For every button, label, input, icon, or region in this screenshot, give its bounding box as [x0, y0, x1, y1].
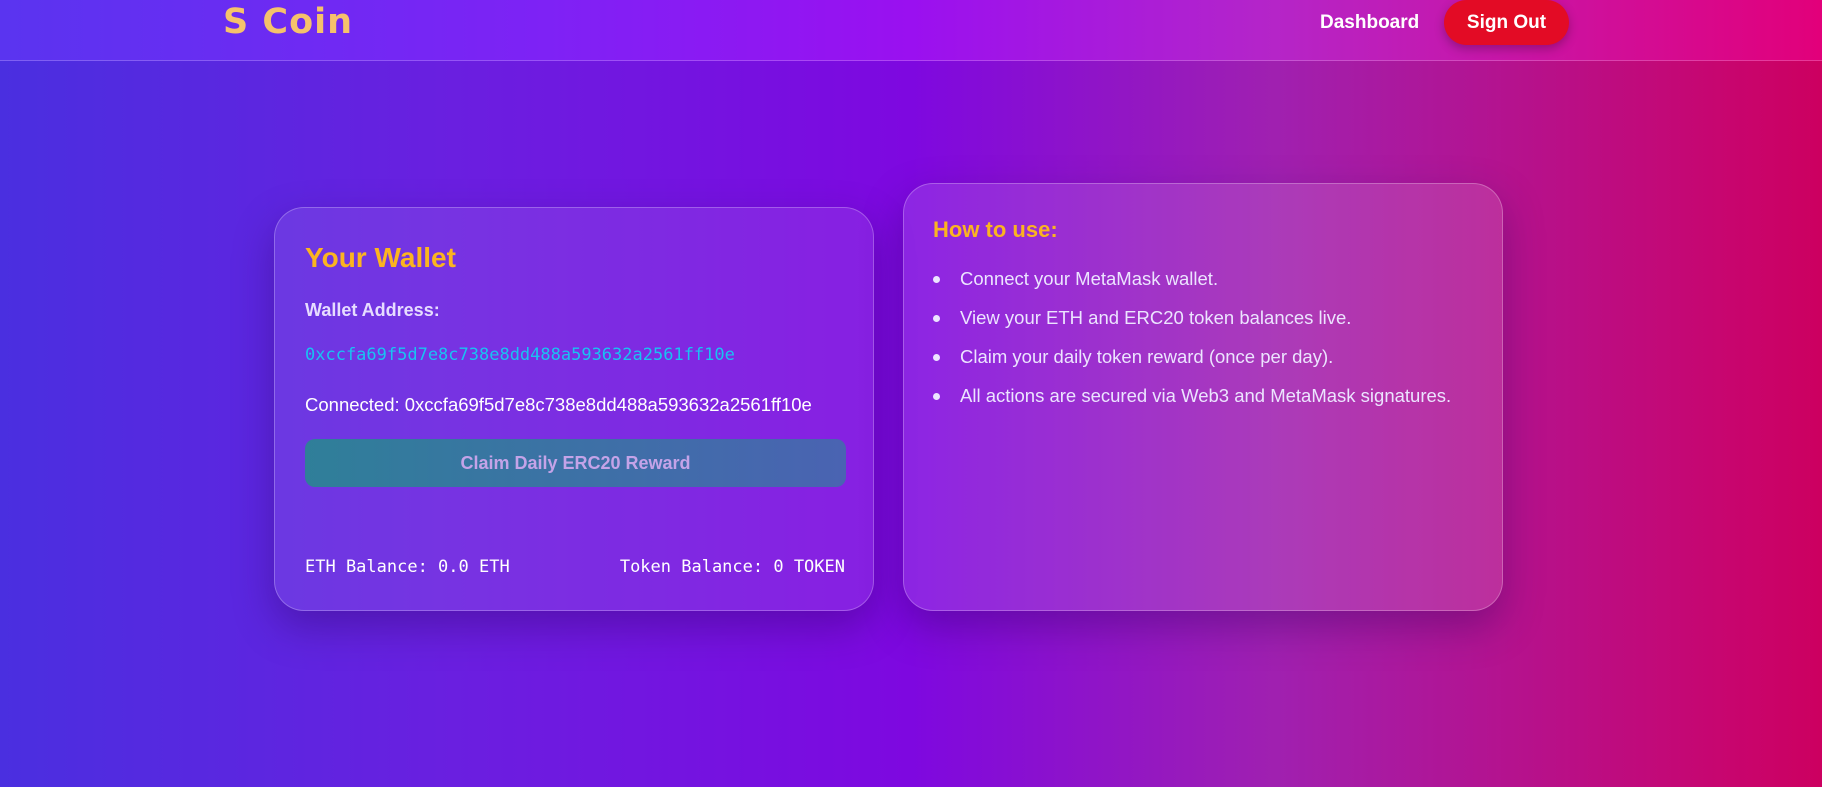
list-item: Claim your daily token reward (once per …: [933, 346, 1451, 385]
brand-logo[interactable]: S Coin: [223, 2, 353, 42]
list-item: All actions are secured via Web3 and Met…: [933, 385, 1451, 424]
connected-status: Connected: 0xccfa69f5d7e8c738e8dd488a593…: [305, 394, 812, 415]
how-to-use-title: How to use:: [933, 217, 1058, 242]
list-item: View your ETH and ERC20 token balances l…: [933, 307, 1451, 346]
eth-balance: ETH Balance: 0.0 ETH: [305, 557, 510, 577]
claim-reward-button[interactable]: Claim Daily ERC20 Reward: [305, 439, 846, 487]
nav-dashboard-link[interactable]: Dashboard: [1320, 12, 1419, 34]
wallet-address-value: 0xccfa69f5d7e8c738e8dd488a593632a2561ff1…: [305, 345, 735, 365]
wallet-card: Your Wallet Wallet Address: 0xccfa69f5d7…: [274, 207, 874, 611]
wallet-address-label: Wallet Address:: [305, 300, 440, 320]
how-to-use-card: How to use: Connect your MetaMask wallet…: [903, 183, 1503, 611]
list-item: Connect your MetaMask wallet.: [933, 268, 1451, 307]
how-to-use-list: Connect your MetaMask wallet. View your …: [933, 268, 1451, 424]
top-navbar: S Coin Dashboard Sign Out: [0, 0, 1822, 61]
sign-out-button[interactable]: Sign Out: [1444, 0, 1569, 45]
token-balance: Token Balance: 0 TOKEN: [619, 557, 845, 577]
wallet-title: Your Wallet: [305, 242, 456, 273]
